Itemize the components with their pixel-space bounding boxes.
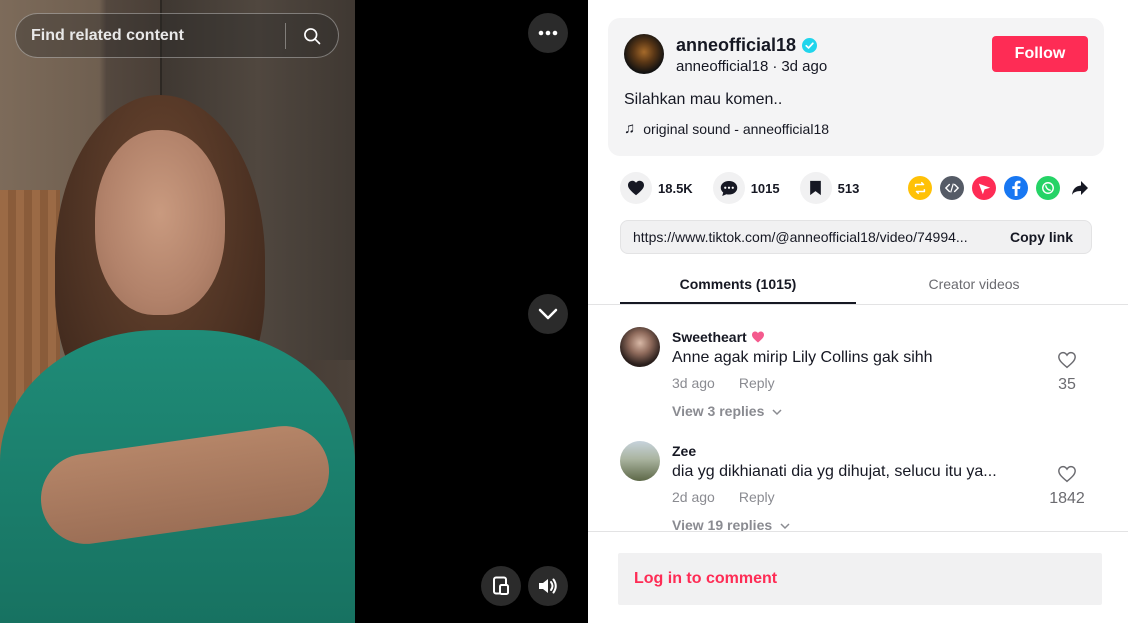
commenter-avatar[interactable] bbox=[620, 441, 660, 481]
verified-badge-icon bbox=[802, 38, 818, 53]
sparkling-heart-icon bbox=[751, 331, 764, 343]
facebook-icon[interactable] bbox=[1004, 176, 1028, 200]
author-subline: anneofficial18 · 3d ago bbox=[676, 58, 827, 75]
comment-item: Sweetheart Anne agak mirip Lily Collins … bbox=[620, 327, 1100, 427]
details-panel: anneofficial18 anneofficial18 · 3d ago Fol… bbox=[588, 0, 1128, 623]
commenter-avatar[interactable] bbox=[620, 327, 660, 367]
chevron-down-icon bbox=[780, 523, 790, 530]
video-person-face bbox=[95, 130, 225, 315]
comment-input-divider bbox=[588, 531, 1128, 532]
comment-text: dia yg dikhianati dia yg dihujat, selucu… bbox=[672, 463, 997, 480]
embed-icon[interactable] bbox=[940, 176, 964, 200]
comment-time: 2d ago bbox=[672, 489, 715, 505]
tab-creator-videos[interactable]: Creator videos bbox=[856, 268, 1092, 304]
login-to-comment-label[interactable]: Log in to comment bbox=[618, 570, 777, 588]
like-count: 18.5K bbox=[658, 180, 693, 196]
view-replies-label[interactable]: View 3 replies bbox=[672, 403, 764, 419]
comment-like-count: 35 bbox=[1058, 376, 1076, 393]
save-stat[interactable]: 513 bbox=[799, 172, 860, 204]
chevron-down-icon[interactable] bbox=[528, 294, 568, 334]
comment-count: 1015 bbox=[750, 180, 780, 196]
chevron-down-icon bbox=[772, 409, 782, 416]
reply-button[interactable]: Reply bbox=[739, 489, 775, 505]
comment-stat[interactable]: 1015 bbox=[712, 172, 780, 204]
comment-item: Zee dia yg dikhianati dia yg dihujat, se… bbox=[620, 441, 1100, 531]
find-related-search[interactable]: Find related content bbox=[15, 13, 339, 58]
video-player[interactable]: Find related content bbox=[0, 0, 588, 623]
comment-list[interactable]: Sweetheart Anne agak mirip Lily Collins … bbox=[588, 305, 1128, 531]
comment-like[interactable]: 35 bbox=[1047, 351, 1087, 394]
like-stat[interactable]: 18.5K bbox=[620, 172, 693, 204]
repost-icon[interactable] bbox=[908, 176, 932, 200]
follow-button[interactable]: Follow bbox=[992, 36, 1088, 72]
comment-meta: 3d ago Reply bbox=[672, 375, 775, 391]
comment-time: 3d ago bbox=[672, 375, 715, 391]
sound-link[interactable]: ♫ original sound - anneofficial18 bbox=[624, 120, 829, 137]
comment-meta: 2d ago Reply bbox=[672, 489, 775, 505]
view-replies-label[interactable]: View 19 replies bbox=[672, 517, 772, 531]
volume-icon[interactable] bbox=[528, 566, 568, 606]
reply-button[interactable]: Reply bbox=[739, 375, 775, 391]
tab-comments[interactable]: Comments (1015) bbox=[620, 268, 856, 304]
login-to-comment[interactable]: Log in to comment bbox=[618, 553, 1102, 605]
whatsapp-icon[interactable] bbox=[1036, 176, 1060, 200]
commenter-name[interactable]: Sweetheart bbox=[672, 329, 747, 345]
subline-separator: · bbox=[772, 58, 778, 75]
comment-icon[interactable] bbox=[712, 172, 745, 204]
search-placeholder[interactable]: Find related content bbox=[16, 27, 285, 45]
send-icon[interactable] bbox=[972, 176, 996, 200]
comment-tabs: Comments (1015) Creator videos bbox=[620, 268, 1092, 304]
floating-player-icon[interactable] bbox=[481, 566, 521, 606]
more-dots-icon[interactable] bbox=[528, 13, 568, 53]
commenter-name[interactable]: Zee bbox=[672, 443, 696, 459]
comment-like[interactable]: 1842 bbox=[1047, 465, 1087, 508]
sound-label[interactable]: original sound - anneofficial18 bbox=[643, 121, 829, 137]
heart-outline-icon[interactable] bbox=[1057, 351, 1077, 369]
author-handle[interactable]: anneofficial18 bbox=[676, 58, 768, 75]
commenter-name-row[interactable]: Sweetheart bbox=[672, 329, 765, 345]
search-icon[interactable] bbox=[286, 13, 338, 58]
heart-outline-icon[interactable] bbox=[1057, 465, 1077, 483]
view-replies-button[interactable]: View 19 replies bbox=[672, 517, 790, 531]
bookmark-icon[interactable] bbox=[799, 172, 832, 204]
share-arrow-icon[interactable] bbox=[1068, 176, 1092, 200]
video-url[interactable]: https://www.tiktok.com/@anneofficial18/v… bbox=[621, 229, 998, 245]
engagement-stats: 18.5K 1015 513 bbox=[620, 170, 879, 206]
comment-like-count: 1842 bbox=[1049, 490, 1085, 507]
save-count: 513 bbox=[837, 180, 860, 196]
heart-icon[interactable] bbox=[620, 172, 652, 204]
music-note-icon: ♫ bbox=[624, 120, 636, 137]
author-username-row[interactable]: anneofficial18 bbox=[676, 35, 818, 56]
author-username[interactable]: anneofficial18 bbox=[676, 35, 796, 56]
author-card: anneofficial18 anneofficial18 · 3d ago Fol… bbox=[608, 18, 1104, 156]
video-description: Silahkan mau komen.. bbox=[624, 91, 783, 108]
copy-link-button[interactable]: Copy link bbox=[998, 229, 1091, 245]
post-time: 3d ago bbox=[781, 58, 828, 75]
video-link-box: https://www.tiktok.com/@anneofficial18/v… bbox=[620, 220, 1092, 254]
comment-text: Anne agak mirip Lily Collins gak sihh bbox=[672, 349, 933, 366]
view-replies-button[interactable]: View 3 replies bbox=[672, 403, 782, 419]
author-avatar[interactable] bbox=[624, 34, 664, 74]
share-row bbox=[908, 176, 1100, 200]
video-frame bbox=[0, 0, 355, 623]
